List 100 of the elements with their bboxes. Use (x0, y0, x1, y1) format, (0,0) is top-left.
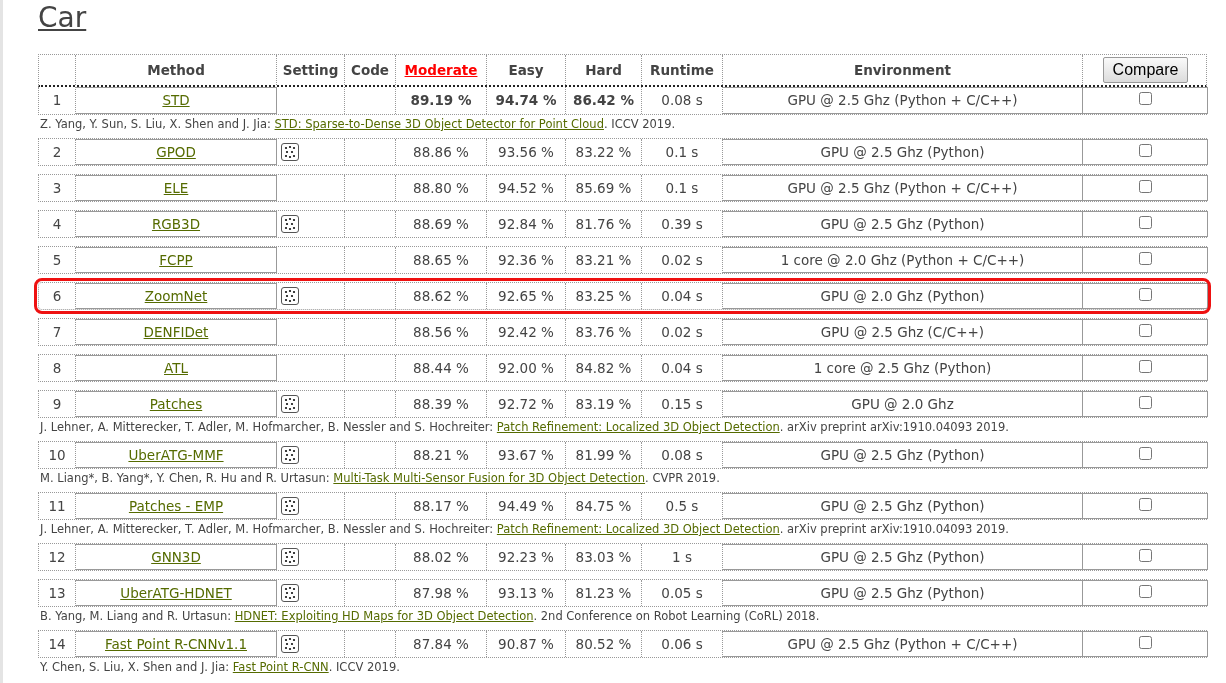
paper-link[interactable]: Multi-Task Multi-Sensor Fusion for 3D Object Detection (333, 471, 646, 485)
column-header: Setting (282, 60, 339, 80)
runtime-cell-text: 0.5 s (665, 496, 699, 516)
hard-cell-text: 84.75 % (575, 496, 632, 516)
compare-checkbox[interactable] (1138, 498, 1152, 511)
rank-cell-text: 3 (52, 178, 62, 198)
rank-cell-text: 14 (48, 634, 66, 654)
method-link[interactable]: FCPP (159, 249, 193, 271)
compare-checkbox[interactable] (1138, 324, 1152, 337)
citation-text: J. Lehner, A. Mitterecker, T. Adler, M. Hofmarcher, B. Nessler and S. Hochreiter: Patch Refinement: Localized 3D Object Detection. arXiv preprint arXiv:1910.04093 2019. (38, 521, 1010, 538)
easy-cell-text: 92.72 % (498, 394, 554, 414)
compare-checkbox[interactable] (1138, 396, 1152, 409)
page-title: Car (38, 0, 87, 36)
runtime-cell-text: 0.02 s (661, 322, 703, 342)
easy-cell-text: 93.56 % (498, 142, 554, 162)
paper-link[interactable]: Patch Refinement: Localized 3D Object Detection (496, 420, 780, 434)
environment-cell-text: 1 core @ 2.5 Ghz (Python) (813, 358, 992, 378)
compare-checkbox[interactable] (1138, 92, 1152, 105)
column-header: Runtime (650, 60, 714, 80)
moderate-cell-text: 88.39 % (413, 394, 469, 414)
environment-cell-text: GPU @ 2.5 Ghz (Python) (820, 496, 985, 516)
environment-cell-text: GPU @ 2.5 Ghz (Python + C/C++) (787, 178, 1018, 198)
hard-cell-text: 81.76 % (575, 214, 632, 234)
citation-text: J. Lehner, A. Mitterecker, T. Adler, M. Hofmarcher, B. Nessler and S. Hochreiter: Patch Refinement: Localized 3D Object Detection. arXiv preprint arXiv:1910.04093 2019. (38, 419, 1010, 436)
moderate-cell-text: 88.02 % (413, 547, 469, 567)
dice-icon (281, 497, 299, 515)
moderate-cell-text: 88.69 % (413, 214, 469, 234)
column-header: Method (147, 60, 205, 80)
easy-cell-text: 94.49 % (498, 496, 554, 516)
moderate-cell-text: 88.62 % (413, 286, 469, 306)
easy-cell-text: 92.00 % (498, 358, 554, 378)
compare-checkbox[interactable] (1138, 144, 1152, 157)
environment-cell-text: GPU @ 2.5 Ghz (Python + C/C++) (787, 91, 1018, 111)
hard-cell-text: 83.25 % (575, 286, 632, 306)
hard-cell-text: 81.23 % (575, 583, 632, 603)
method-link[interactable]: ELE (163, 177, 189, 199)
column-header: Hard (585, 60, 622, 80)
runtime-cell-text: 0.39 s (661, 214, 703, 234)
column-header: Easy (508, 60, 544, 80)
rank-cell-text: 11 (48, 496, 66, 516)
moderate-cell-text: 88.44 % (413, 358, 469, 378)
easy-cell-text: 90.87 % (498, 634, 554, 654)
rank-cell-text: 7 (52, 322, 62, 342)
column-header[interactable]: Moderate (404, 59, 478, 81)
rank-cell-text: 5 (52, 250, 62, 270)
easy-cell-text: 93.67 % (498, 445, 554, 465)
compare-checkbox[interactable] (1138, 447, 1152, 460)
dice-icon (281, 548, 299, 566)
compare-checkbox[interactable] (1138, 252, 1152, 265)
paper-link[interactable]: Patch Refinement: Localized 3D Object Detection (496, 522, 780, 536)
moderate-cell-text: 87.98 % (413, 583, 469, 603)
easy-cell-text: 92.36 % (498, 250, 554, 270)
rank-cell-text: 2 (52, 142, 62, 162)
runtime-cell-text: 0.02 s (661, 250, 703, 270)
moderate-cell-text: 87.84 % (413, 634, 469, 654)
easy-cell-text: 93.13 % (498, 583, 554, 603)
runtime-cell-text: 0.1 s (665, 142, 699, 162)
hard-cell-text: 83.19 % (575, 394, 632, 414)
hard-cell-text: 86.42 % (573, 91, 634, 111)
hard-cell-text: 81.99 % (575, 445, 632, 465)
runtime-cell-text: 0.04 s (661, 286, 703, 306)
runtime-cell-text: 0.1 s (665, 178, 699, 198)
moderate-cell-text: 88.80 % (413, 178, 469, 198)
citation-text: Z. Yang, Y. Sun, S. Liu, X. Shen and J. Jia: STD: Sparse-to-Dense 3D Object Detector for Point Cloud. ICCV 2019. (39, 116, 677, 133)
environment-cell-text: GPU @ 2.5 Ghz (Python) (820, 547, 985, 567)
rank-cell-text: 1 (52, 91, 62, 111)
method-link[interactable]: ATL (164, 357, 188, 379)
dice-icon (281, 287, 299, 305)
rank-cell-text: 9 (52, 394, 62, 414)
method-link[interactable]: GPOD (156, 141, 196, 163)
easy-cell-text: 94.74 % (495, 91, 557, 111)
compare-button[interactable]: Compare (1102, 57, 1189, 83)
moderate-cell-text: 88.65 % (413, 250, 469, 270)
dice-icon (281, 584, 299, 602)
environment-cell-text: GPU @ 2.5 Ghz (Python) (820, 214, 985, 234)
paper-link[interactable]: Fast Point R-CNN (232, 660, 329, 674)
compare-checkbox[interactable] (1138, 180, 1152, 193)
compare-checkbox[interactable] (1138, 216, 1152, 229)
compare-checkbox[interactable] (1138, 549, 1152, 562)
environment-cell-text: 1 core @ 2.0 Ghz (Python + C/C++) (780, 250, 1025, 270)
dice-icon (281, 395, 299, 413)
rank-cell-text: 6 (52, 286, 62, 306)
method-link[interactable]: STD (162, 90, 190, 111)
environment-cell-text: GPU @ 2.5 Ghz (C/C++) (820, 322, 985, 342)
easy-cell-text: 94.52 % (498, 178, 554, 198)
column-header: Environment (853, 60, 952, 80)
compare-checkbox[interactable] (1138, 585, 1152, 598)
compare-checkbox[interactable] (1138, 636, 1152, 649)
environment-cell-text: GPU @ 2.0 Ghz (Python) (820, 286, 985, 306)
compare-checkbox[interactable] (1138, 360, 1152, 373)
column-header: Code (351, 60, 389, 80)
compare-checkbox[interactable] (1138, 288, 1152, 301)
hard-cell-text: 83.03 % (575, 547, 632, 567)
moderate-cell-text: 88.86 % (413, 142, 469, 162)
paper-link[interactable]: STD: Sparse-to-Dense 3D Object Detector for Point Cloud (274, 117, 604, 131)
easy-cell-text: 92.84 % (498, 214, 554, 234)
hard-cell-text: 84.82 % (575, 358, 632, 378)
runtime-cell-text: 0.08 s (661, 91, 703, 111)
citation-text: Y. Chen, S. Liu, X. Shen and J. Jia: Fast Point R-CNN. ICCV 2019. (39, 659, 401, 676)
easy-cell-text: 92.23 % (498, 547, 554, 567)
